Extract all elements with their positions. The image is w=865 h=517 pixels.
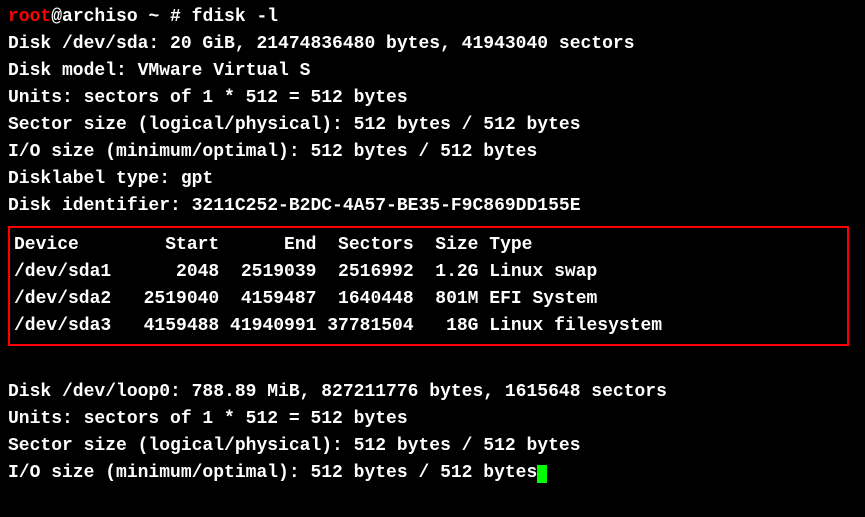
command-text: fdisk -l [192,7,278,27]
disk-sda-label-type: Disklabel type: gpt [8,166,857,193]
disk-loop0-io-size: I/O size (minimum/optimal): 512 bytes / … [8,460,857,487]
partition-table-header: Device Start End Sectors Size Type [14,232,843,259]
disk-sda-units: Units: sectors of 1 * 512 = 512 bytes [8,85,857,112]
disk-sda-io-size: I/O size (minimum/optimal): 512 bytes / … [8,139,857,166]
disk-sda-identifier: Disk identifier: 3211C252-B2DC-4A57-BE35… [8,193,857,220]
disk-sda-model: Disk model: VMware Virtual S [8,58,857,85]
disk-loop0-units: Units: sectors of 1 * 512 = 512 bytes [8,406,857,433]
partition-row-sda1: /dev/sda1 2048 2519039 2516992 1.2G Linu… [14,259,843,286]
shell-prompt[interactable]: root@archiso ~ # fdisk -l [8,4,857,31]
prompt-host: @archiso [51,7,137,27]
disk-loop0-header: Disk /dev/loop0: 788.89 MiB, 827211776 b… [8,379,857,406]
disk-loop0-sector-size: Sector size (logical/physical): 512 byte… [8,433,857,460]
prompt-cwd: ~ # [138,7,192,27]
blank-line [8,352,857,379]
partition-row-sda3: /dev/sda3 4159488 41940991 37781504 18G … [14,313,843,340]
partition-table-highlight: Device Start End Sectors Size Type /dev/… [8,226,849,346]
partition-row-sda2: /dev/sda2 2519040 4159487 1640448 801M E… [14,286,843,313]
prompt-user: root [8,7,51,27]
terminal-cursor [537,465,547,483]
disk-sda-header: Disk /dev/sda: 20 GiB, 21474836480 bytes… [8,31,857,58]
disk-sda-sector-size: Sector size (logical/physical): 512 byte… [8,112,857,139]
